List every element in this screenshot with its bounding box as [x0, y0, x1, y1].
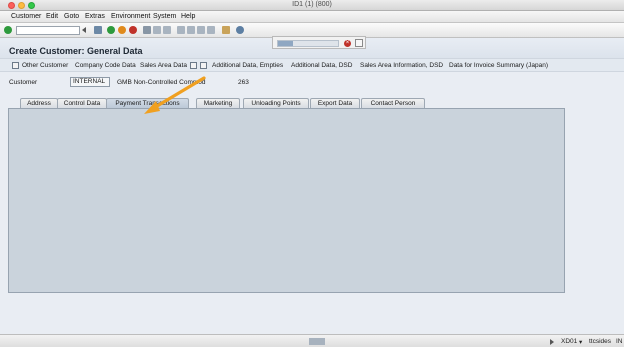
- save-icon[interactable]: [94, 26, 102, 34]
- sales-area-information-dsd-button[interactable]: Sales Area Information, DSD: [360, 62, 443, 69]
- tab-address[interactable]: Address: [20, 98, 58, 108]
- progress-popup: ×: [272, 36, 366, 49]
- sales-area-data-button[interactable]: Sales Area Data: [140, 62, 187, 69]
- enter-icon[interactable]: [4, 26, 12, 34]
- close-popup-icon[interactable]: ×: [344, 40, 351, 47]
- additional-data-empties-button[interactable]: Additional Data, Empties: [212, 62, 283, 69]
- menu-system[interactable]: System: [153, 13, 176, 20]
- other-customer-button[interactable]: Other Customer: [22, 62, 68, 69]
- empties-icon-2[interactable]: [200, 62, 207, 69]
- application-toolbar: Other Customer Company Code Data Sales A…: [0, 58, 624, 72]
- menu-bar: Customer Edit Goto Extras Environment Sy…: [0, 11, 624, 23]
- menu-edit[interactable]: Edit: [46, 13, 58, 20]
- tab-export-data[interactable]: Export Data: [310, 98, 360, 108]
- progress-fill: [278, 41, 293, 46]
- additional-data-dsd-button[interactable]: Additional Data, DSD: [291, 62, 352, 69]
- previous-page-icon[interactable]: [187, 26, 195, 34]
- window-titlebar: ID1 (1) (800): [0, 0, 624, 11]
- customer-label: Customer: [9, 79, 38, 86]
- command-field[interactable]: [16, 26, 80, 35]
- customer-number: 263: [238, 79, 249, 86]
- menu-extras[interactable]: Extras: [85, 13, 105, 20]
- status-details-icon[interactable]: [550, 339, 554, 345]
- first-page-icon[interactable]: [177, 26, 185, 34]
- back-icon[interactable]: [107, 26, 115, 34]
- find-icon[interactable]: [153, 26, 161, 34]
- print-icon[interactable]: [143, 26, 151, 34]
- status-bar: XD01 ▾ ttcsides IN: [0, 334, 624, 347]
- menu-help[interactable]: Help: [181, 13, 195, 20]
- popup-options-button[interactable]: [355, 39, 363, 47]
- invoice-summary-japan-button[interactable]: Data for Invoice Summary (Japan): [449, 62, 548, 69]
- status-mode: IN: [616, 338, 623, 345]
- tab-control-data[interactable]: Control Data: [57, 98, 107, 108]
- sap-logo: [309, 338, 325, 345]
- new-session-icon[interactable]: [222, 26, 230, 34]
- command-history-icon[interactable]: [82, 27, 86, 33]
- customer-field[interactable]: INTERNAL: [70, 77, 110, 87]
- page-title: Create Customer: General Data: [9, 46, 143, 56]
- find-next-icon[interactable]: [163, 26, 171, 34]
- window-title: ID1 (1) (800): [292, 1, 332, 8]
- help-icon[interactable]: [236, 26, 244, 34]
- menu-environment[interactable]: Environment: [111, 13, 150, 20]
- progress-bar: [277, 40, 339, 47]
- status-divider: ▾: [579, 339, 583, 346]
- tab-content-panel: [8, 108, 565, 293]
- tab-unloading-points[interactable]: Unloading Points: [243, 98, 309, 108]
- empties-icon-1[interactable]: [190, 62, 197, 69]
- last-page-icon[interactable]: [207, 26, 215, 34]
- next-page-icon[interactable]: [197, 26, 205, 34]
- status-transaction: XD01: [561, 338, 578, 345]
- company-code-data-button[interactable]: Company Code Data: [75, 62, 136, 69]
- menu-customer[interactable]: Customer: [11, 13, 41, 20]
- exit-icon[interactable]: [118, 26, 126, 34]
- tab-contact-person[interactable]: Contact Person: [361, 98, 425, 108]
- status-server: ttcsides: [589, 338, 612, 345]
- cancel-icon[interactable]: [129, 26, 137, 34]
- menu-goto[interactable]: Goto: [64, 13, 79, 20]
- other-customer-icon: [12, 62, 19, 69]
- annotation-arrow: [144, 76, 206, 114]
